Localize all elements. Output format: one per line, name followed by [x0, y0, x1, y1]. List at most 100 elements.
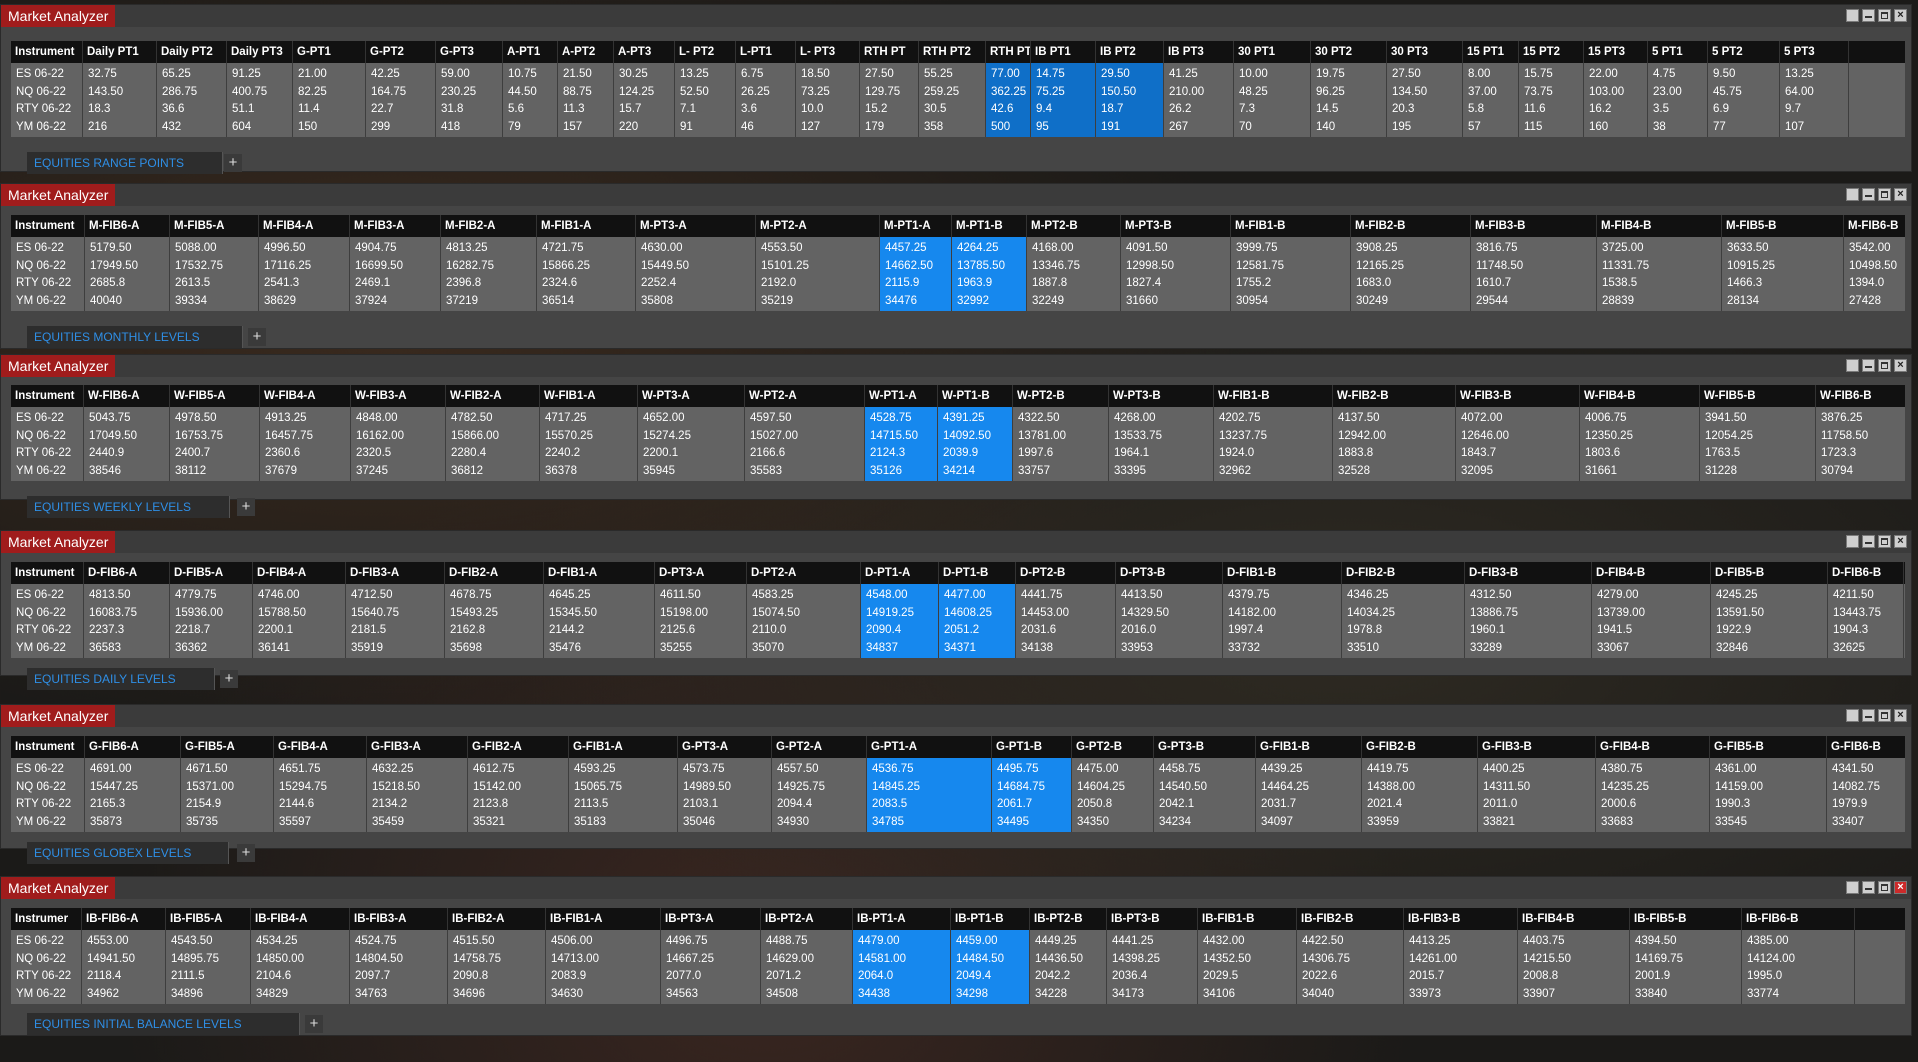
column-header[interactable]: D-FIB1-B: [1223, 562, 1342, 584]
value-cell[interactable]: 32.75: [83, 66, 156, 84]
restore-icon[interactable]: [1846, 359, 1859, 372]
value-cell[interactable]: 14182.00: [1223, 605, 1341, 623]
column-header[interactable]: M-FIB5-A: [170, 215, 259, 237]
column-header[interactable]: W-PT3-A: [638, 385, 745, 407]
value-cell[interactable]: 4496.75: [661, 933, 760, 951]
value-cell[interactable]: 4573.75: [678, 761, 771, 779]
value-cell[interactable]: 13533.75: [1109, 428, 1213, 446]
value-cell[interactable]: 2181.5: [346, 622, 444, 640]
value-cell[interactable]: 14662.50: [880, 258, 951, 276]
value-cell[interactable]: 2237.3: [84, 622, 169, 640]
value-cell[interactable]: 59.00: [436, 66, 502, 84]
value-cell[interactable]: 38546: [84, 463, 169, 481]
value-cell[interactable]: 4361.00: [1710, 761, 1826, 779]
value-cell[interactable]: 4439.25: [1256, 761, 1361, 779]
column-header[interactable]: W-FIB6-B: [1816, 385, 1918, 407]
value-cell[interactable]: 35808: [636, 293, 755, 311]
column-header[interactable]: 15 PT1: [1463, 41, 1519, 63]
value-cell[interactable]: 34763: [350, 986, 447, 1004]
column-header[interactable]: W-FIB2-B: [1333, 385, 1456, 407]
instrument-cell[interactable]: RTY 06-22: [11, 275, 84, 293]
value-cell[interactable]: 14398.25: [1107, 951, 1197, 969]
value-cell[interactable]: 3876.25: [1816, 410, 1918, 428]
column-header[interactable]: 5 PT3: [1780, 41, 1849, 63]
value-cell[interactable]: 33407: [1827, 814, 1918, 832]
column-header[interactable]: G-PT2-A: [772, 736, 867, 758]
column-header[interactable]: M-PT1-A: [880, 215, 952, 237]
column-header[interactable]: 30 PT3: [1387, 41, 1463, 63]
column-header[interactable]: IB PT3: [1164, 41, 1234, 63]
value-cell[interactable]: 15493.25: [445, 605, 543, 623]
value-cell[interactable]: 14845.25: [867, 779, 991, 797]
value-cell[interactable]: 6.9: [1708, 101, 1779, 119]
value-cell[interactable]: 33774: [1742, 986, 1854, 1004]
value-cell[interactable]: 2011.0: [1478, 796, 1595, 814]
value-cell[interactable]: 29.50: [1096, 66, 1163, 84]
instrument-cell[interactable]: RTY 06-22: [11, 622, 83, 640]
value-cell[interactable]: 34371: [939, 640, 1015, 658]
value-cell[interactable]: 28134: [1722, 293, 1843, 311]
value-cell[interactable]: 7.3: [1234, 101, 1310, 119]
value-cell[interactable]: 3725.00: [1597, 240, 1721, 258]
value-cell[interactable]: 210.00: [1164, 84, 1233, 102]
value-cell[interactable]: 14581.00: [853, 951, 950, 969]
value-cell[interactable]: 15065.75: [569, 779, 677, 797]
column-header[interactable]: G-FIB5-B: [1710, 736, 1827, 758]
value-cell[interactable]: 4479.00: [853, 933, 950, 951]
value-cell[interactable]: 91: [675, 119, 735, 137]
value-cell[interactable]: 4583.25: [747, 587, 860, 605]
column-header-instrument[interactable]: Instrument: [11, 736, 85, 758]
column-header-instrument[interactable]: Instrument: [11, 41, 83, 63]
value-cell[interactable]: 36514: [537, 293, 635, 311]
value-cell[interactable]: 29544: [1471, 293, 1596, 311]
value-cell[interactable]: 1610.7: [1471, 275, 1596, 293]
value-cell[interactable]: 8.00: [1463, 66, 1518, 84]
column-header[interactable]: M-FIB3-A: [350, 215, 441, 237]
value-cell[interactable]: 9.50: [1708, 66, 1779, 84]
value-cell[interactable]: 4459.00: [951, 933, 1029, 951]
value-cell[interactable]: 46: [736, 119, 795, 137]
column-header[interactable]: M-FIB2-B: [1351, 215, 1471, 237]
column-header[interactable]: M-PT2-B: [1027, 215, 1121, 237]
column-header[interactable]: M-PT3-B: [1121, 215, 1231, 237]
value-cell[interactable]: 15074.50: [747, 605, 860, 623]
value-cell[interactable]: 35735: [181, 814, 273, 832]
value-cell[interactable]: 1843.7: [1456, 445, 1579, 463]
value-cell[interactable]: 191: [1096, 119, 1163, 137]
maximize-icon[interactable]: [1878, 709, 1891, 722]
value-cell[interactable]: 14484.50: [951, 951, 1029, 969]
value-cell[interactable]: 3908.25: [1351, 240, 1470, 258]
column-header[interactable]: 5 PT2: [1708, 41, 1780, 63]
maximize-icon[interactable]: [1878, 881, 1891, 894]
value-cell[interactable]: 35919: [346, 640, 444, 658]
value-cell[interactable]: 1827.4: [1121, 275, 1230, 293]
value-cell[interactable]: 2001.9: [1630, 968, 1741, 986]
value-cell[interactable]: 2049.4: [951, 968, 1029, 986]
column-header[interactable]: Daily PT3: [227, 41, 293, 63]
maximize-icon[interactable]: [1878, 359, 1891, 372]
value-cell[interactable]: 18.7: [1096, 101, 1163, 119]
value-cell[interactable]: 2071.2: [761, 968, 852, 986]
value-cell[interactable]: 12581.75: [1231, 258, 1350, 276]
column-header[interactable]: M-FIB4-B: [1597, 215, 1722, 237]
value-cell[interactable]: 14895.75: [166, 951, 250, 969]
column-header[interactable]: IB-PT2-A: [761, 908, 853, 930]
value-cell[interactable]: 127: [796, 119, 859, 137]
restore-icon[interactable]: [1846, 535, 1859, 548]
value-cell[interactable]: 4746.00: [253, 587, 345, 605]
value-cell[interactable]: 14.75: [1031, 66, 1095, 84]
value-cell[interactable]: 38112: [170, 463, 259, 481]
instrument-cell[interactable]: YM 06-22: [11, 463, 83, 481]
value-cell[interactable]: 3816.75: [1471, 240, 1596, 258]
value-cell[interactable]: 15640.75: [346, 605, 444, 623]
value-cell[interactable]: 2396.8: [441, 275, 536, 293]
column-header[interactable]: IB-FIB6-A: [82, 908, 166, 930]
value-cell[interactable]: 31660: [1121, 293, 1230, 311]
value-cell[interactable]: 1466.3: [1722, 275, 1843, 293]
value-cell[interactable]: 14352.50: [1198, 951, 1296, 969]
value-cell[interactable]: 14124.00: [1742, 951, 1854, 969]
value-cell[interactable]: 32962: [1214, 463, 1332, 481]
value-cell[interactable]: 5179.50: [85, 240, 169, 258]
value-cell[interactable]: 35321: [468, 814, 568, 832]
value-cell[interactable]: 12646.00: [1456, 428, 1579, 446]
